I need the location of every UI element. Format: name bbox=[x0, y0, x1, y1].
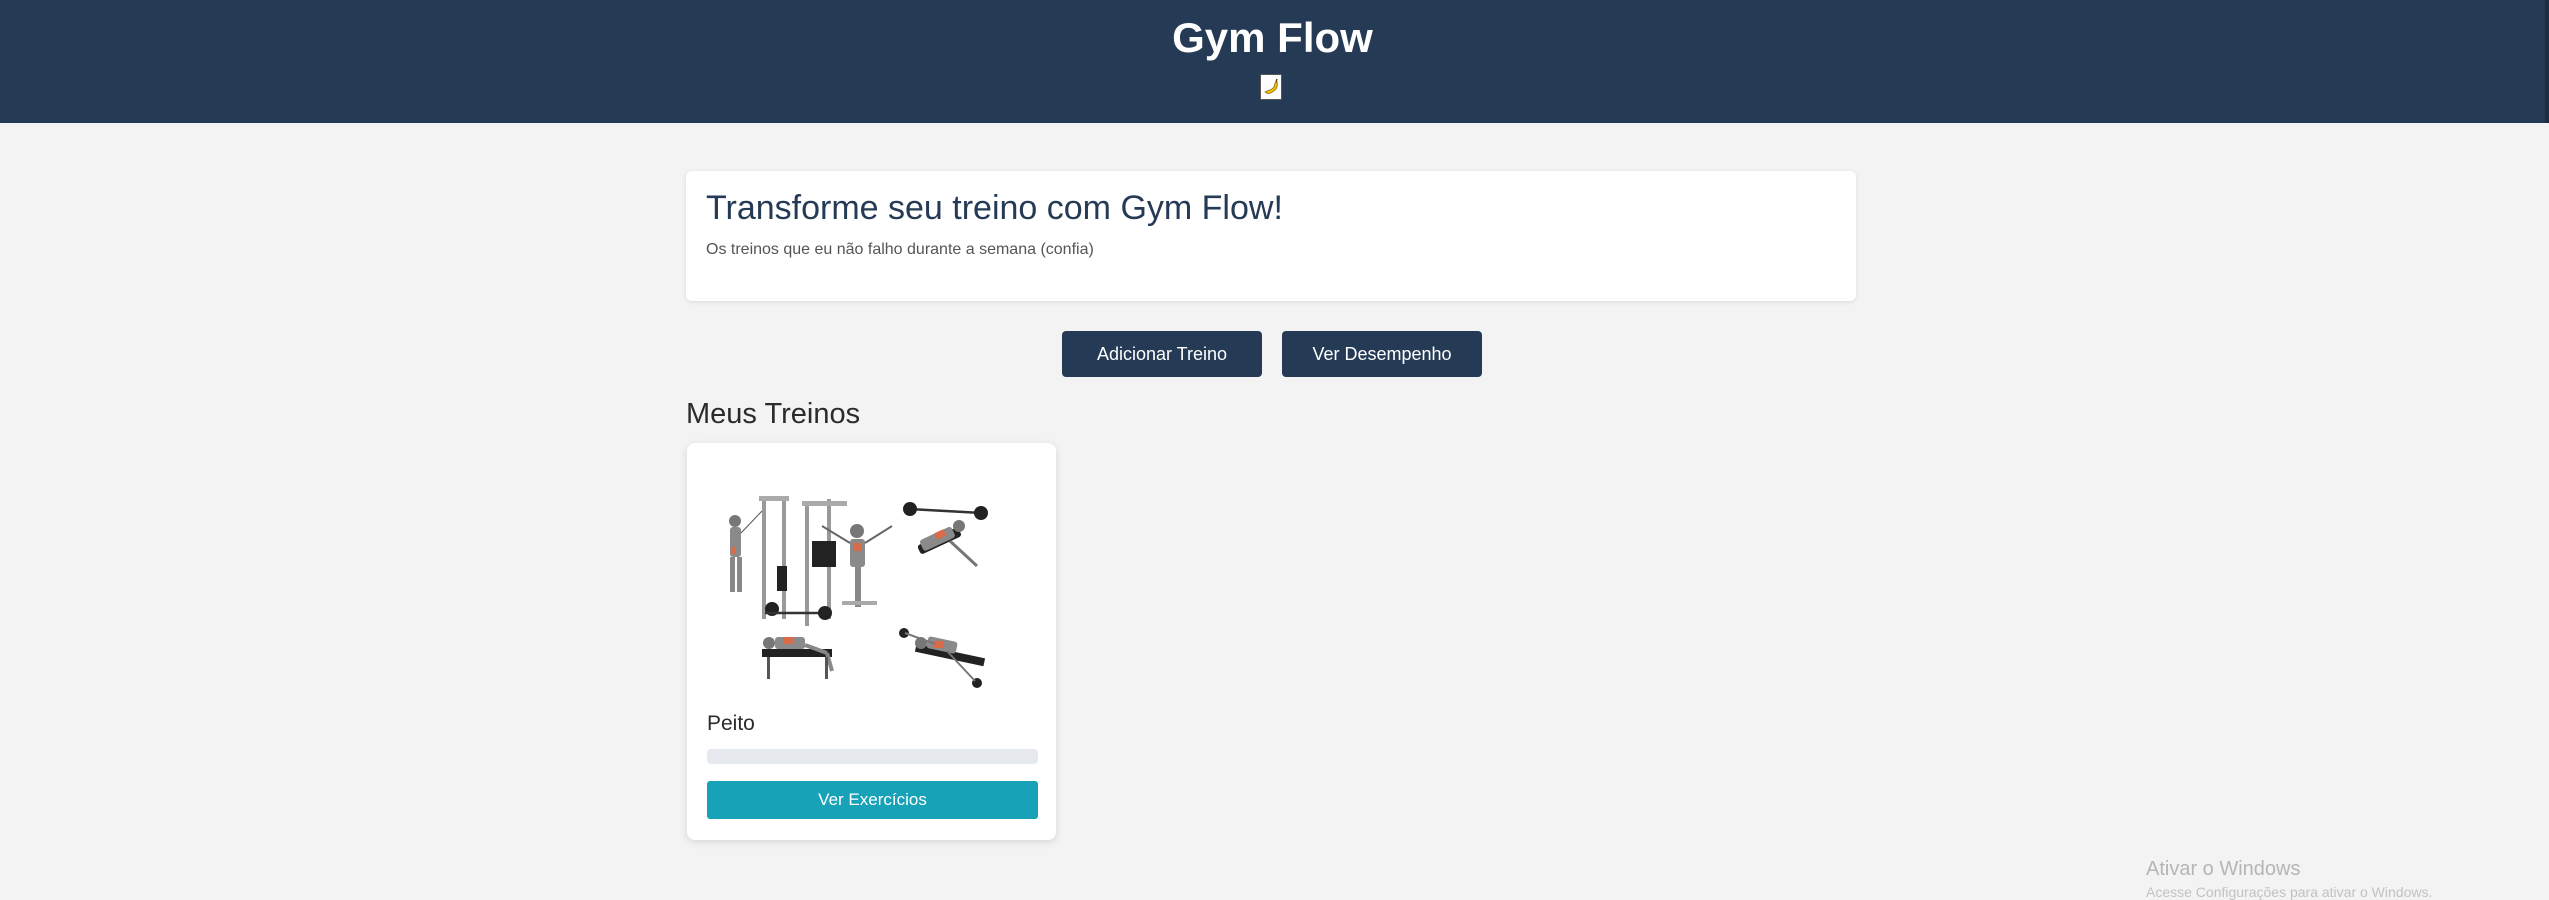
view-performance-button[interactable]: Ver Desempenho bbox=[1282, 331, 1482, 377]
windows-activation-title: Ativar o Windows bbox=[2146, 858, 2301, 880]
chest-exercises-illustration bbox=[707, 481, 1003, 699]
view-exercises-button[interactable]: Ver Exercícios bbox=[707, 781, 1038, 819]
workout-progress-bar bbox=[707, 749, 1038, 764]
app-title: Gym Flow bbox=[1172, 14, 1373, 61]
add-workout-button[interactable]: Adicionar Treino bbox=[1062, 331, 1262, 377]
hero-title: Transforme seu treino com Gym Flow! bbox=[706, 189, 1283, 227]
windows-activation-text: Acesse Configurações para ativar o Windo… bbox=[2146, 884, 2433, 900]
workout-title: Peito bbox=[707, 712, 755, 735]
hero-card: Transforme seu treino com Gym Flow! Os t… bbox=[686, 171, 1856, 301]
hero-subtitle: Os treinos que eu não falho durante a se… bbox=[706, 241, 1094, 258]
app-header: Gym Flow bbox=[0, 0, 2549, 123]
section-title: Meus Treinos bbox=[686, 398, 861, 430]
workout-card: Peito Ver Exercícios bbox=[687, 443, 1056, 840]
banana-icon bbox=[1260, 74, 1282, 100]
